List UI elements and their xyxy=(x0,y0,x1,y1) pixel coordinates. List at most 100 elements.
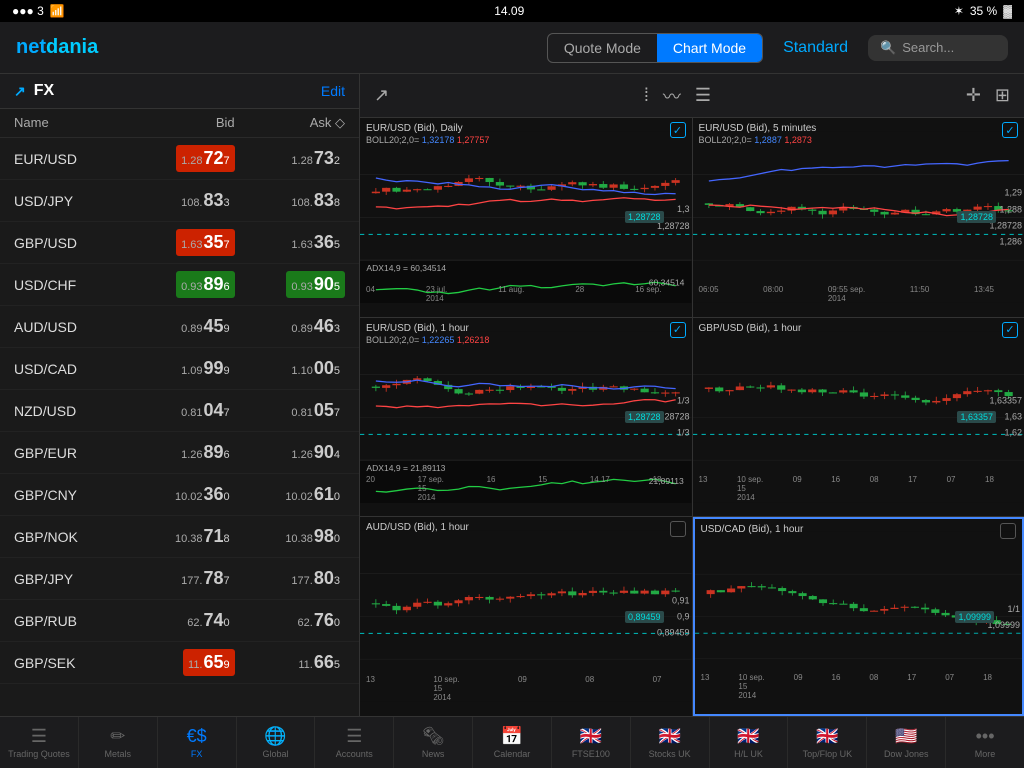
chart-checkbox[interactable]: ✓ xyxy=(670,122,686,138)
boll-label: BOLL20;2,0= 1,32178 1,27757 xyxy=(366,135,489,147)
expand-chart-icon[interactable]: ↗ xyxy=(374,85,389,106)
boll-label: BOLL20;2,0= 1,22265 1,26218 xyxy=(366,335,489,347)
bid-badge: 1.28727 xyxy=(176,145,235,172)
pair-name: USD/JPY xyxy=(14,193,124,209)
tab-item-trading-quotes[interactable]: ☰ Trading Quotes xyxy=(0,717,79,768)
tab-label-accounts: Accounts xyxy=(336,749,373,759)
main-content: ↗ FX Edit Name Bid Ask ◇ EUR/USD 1.28727… xyxy=(0,74,1024,716)
quote-row[interactable]: GBP/NOK 10.38718 10.38980 xyxy=(0,516,359,558)
top-bar: netdania Quote Mode Chart Mode Standard … xyxy=(0,22,1024,74)
chart-checkbox[interactable]: ✓ xyxy=(1002,122,1018,138)
mode-toggle: Quote Mode Chart Mode xyxy=(547,33,763,63)
chart-checkbox[interactable] xyxy=(1000,523,1016,539)
quote-row[interactable]: USD/CAD 1.09999 1.10005 xyxy=(0,348,359,390)
ask-cell: 108.838 xyxy=(235,187,345,214)
quote-row[interactable]: USD/CHF 0.93896 0.93905 xyxy=(0,264,359,306)
bid-badge: 108.833 xyxy=(176,187,235,214)
battery-icon: ▓ xyxy=(1003,4,1012,18)
tab-item-calendar[interactable]: 📅 Calendar xyxy=(473,717,552,768)
chart-checkbox[interactable] xyxy=(670,521,686,537)
bid-cell: 177.787 xyxy=(124,565,234,592)
ask-badge: 10.38980 xyxy=(280,523,345,550)
ask-badge: 11.665 xyxy=(293,649,345,676)
chart-mode-button[interactable]: Chart Mode xyxy=(657,34,762,62)
svg-text:ADX14,9 = 60,34514: ADX14,9 = 60,34514 xyxy=(366,263,446,273)
bar-chart-icon[interactable]: ⁞ xyxy=(644,85,649,106)
line-chart-icon[interactable]: 〰 xyxy=(663,83,681,109)
tab-item-news[interactable]: 🗞 News xyxy=(394,717,473,768)
tab-item-metals[interactable]: ✏ Metals xyxy=(79,717,158,768)
quote-row[interactable]: NZD/USD 0.81047 0.81057 xyxy=(0,390,359,432)
price-label: 0,89459 xyxy=(625,611,664,623)
tab-item-stocks-uk[interactable]: 🇬🇧 Stocks UK xyxy=(631,717,710,768)
search-box[interactable]: 🔍 Search... xyxy=(868,35,1008,61)
tab-item-hl-uk[interactable]: 🇬🇧 H/L UK xyxy=(710,717,789,768)
tab-icon-metals: ✏ xyxy=(110,726,125,747)
ask-cell: 1.10005 xyxy=(235,355,345,382)
quote-row[interactable]: AUD/USD 0.89459 0.89463 xyxy=(0,306,359,348)
chart-cell-chart3[interactable]: EUR/USD (Bid), 1 hour BOLL20;2,0= 1,2226… xyxy=(360,318,692,517)
price-label: 1,28728 xyxy=(625,211,664,223)
tab-item-fx[interactable]: €$ FX xyxy=(158,717,237,768)
chart-title: EUR/USD (Bid), Daily BOLL20;2,0= 1,32178… xyxy=(366,122,489,147)
quote-row[interactable]: GBP/SEK 11.659 11.665 xyxy=(0,642,359,684)
quote-row[interactable]: USD/JPY 108.833 108.838 xyxy=(0,180,359,222)
chart-cell-chart2[interactable]: EUR/USD (Bid), 5 minutes BOLL20;2,0= 1,2… xyxy=(693,118,1024,317)
chart-title: EUR/USD (Bid), 5 minutes BOLL20;2,0= 1,2… xyxy=(699,122,817,147)
tab-icon-calendar: 📅 xyxy=(501,726,523,747)
quote-row[interactable]: GBP/RUB 62.740 62.760 xyxy=(0,600,359,642)
tab-icon-news: 🗞 xyxy=(422,726,445,747)
x-axis: 1310 sep.152014091608170718 xyxy=(701,673,993,700)
chart-checkbox[interactable]: ✓ xyxy=(670,322,686,338)
search-placeholder: Search... xyxy=(902,40,954,55)
quote-row[interactable]: GBP/USD 1.63357 1.63365 xyxy=(0,222,359,264)
bid-badge: 1.09999 xyxy=(176,355,235,382)
section-title: FX xyxy=(34,82,54,100)
grid-icon[interactable]: ⊞ xyxy=(995,85,1010,106)
tab-icon-global: 🌐 xyxy=(264,726,286,747)
bid-cell: 1.63357 xyxy=(124,229,234,256)
expand-icon: ↗ xyxy=(14,83,26,100)
quote-row[interactable]: EUR/USD 1.28727 1.28732 xyxy=(0,138,359,180)
tab-icon-dow-jones: 🇺🇸 xyxy=(895,726,917,747)
ask-cell: 10.02610 xyxy=(235,481,345,508)
tab-item-global[interactable]: 🌐 Global xyxy=(237,717,316,768)
quote-row[interactable]: GBP/CNY 10.02360 10.02610 xyxy=(0,474,359,516)
tab-item-more[interactable]: ••• More xyxy=(946,717,1024,768)
status-right: ✶ 35 % ▓ xyxy=(954,4,1012,18)
ask-badge: 177.803 xyxy=(286,565,345,592)
status-time: 14.09 xyxy=(494,4,524,18)
tab-item-dow-jones[interactable]: 🇺🇸 Dow Jones xyxy=(867,717,946,768)
tab-item-accounts[interactable]: ☰ Accounts xyxy=(315,717,394,768)
panel-header: ↗ FX Edit xyxy=(0,74,359,109)
ask-badge: 10.02610 xyxy=(280,481,345,508)
quote-mode-button[interactable]: Quote Mode xyxy=(548,34,657,62)
signal-dots: ●●● 3 xyxy=(12,4,44,18)
pair-name: GBP/JPY xyxy=(14,571,124,587)
ask-cell: 0.89463 xyxy=(235,313,345,340)
ask-badge: 0.81057 xyxy=(286,397,345,424)
chart-cell-chart1[interactable]: EUR/USD (Bid), Daily BOLL20;2,0= 1,32178… xyxy=(360,118,692,317)
chart-checkbox[interactable]: ✓ xyxy=(1002,322,1018,338)
ask-cell: 62.760 xyxy=(235,607,345,634)
pair-name: GBP/NOK xyxy=(14,529,124,545)
tab-label-trading-quotes: Trading Quotes xyxy=(8,749,70,759)
ask-cell: 10.38980 xyxy=(235,523,345,550)
bid-cell: 10.02360 xyxy=(124,481,234,508)
chart-cell-chart5[interactable]: AUD/USD (Bid), 1 hour 0,910,90,89459 131… xyxy=(360,517,692,716)
col-name: Name xyxy=(14,115,124,131)
quote-row[interactable]: GBP/EUR 1.26896 1.26904 xyxy=(0,432,359,474)
tab-label-dow-jones: Dow Jones xyxy=(884,749,929,759)
chart-cell-chart6[interactable]: USD/CAD (Bid), 1 hour 1/11,09999 1310 se… xyxy=(693,517,1024,716)
crosshair-icon[interactable]: ✛ xyxy=(966,85,981,106)
tab-item-ftse100[interactable]: 🇬🇧 FTSE100 xyxy=(552,717,631,768)
standard-label: Standard xyxy=(783,39,848,57)
edit-button[interactable]: Edit xyxy=(321,83,345,99)
bid-badge: 0.81047 xyxy=(176,397,235,424)
tab-item-topflop-uk[interactable]: 🇬🇧 Top/Flop UK xyxy=(788,717,867,768)
chart-cell-chart4[interactable]: GBP/USD (Bid), 1 hour ✓ 1,633571,631,62 … xyxy=(693,318,1024,517)
ask-cell: 0.81057 xyxy=(235,397,345,424)
pair-name: USD/CAD xyxy=(14,361,124,377)
quote-row[interactable]: GBP/JPY 177.787 177.803 xyxy=(0,558,359,600)
candlestick-icon[interactable]: ☰ xyxy=(695,85,711,106)
